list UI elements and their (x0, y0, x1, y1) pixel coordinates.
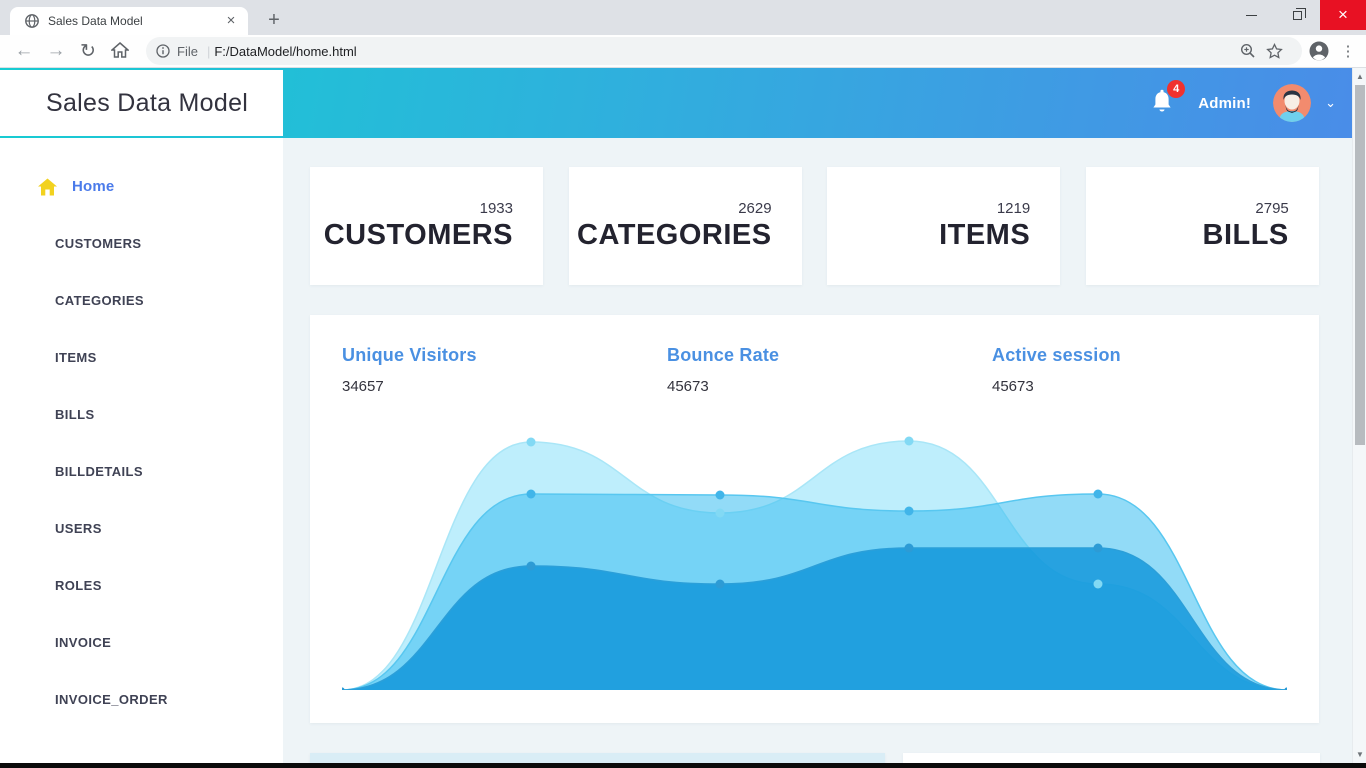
sidebar-item-categories[interactable]: CATEGORIES (0, 272, 283, 329)
globe-favicon-icon (24, 13, 40, 29)
address-bar[interactable]: File | F:/DataModel/home.html (146, 37, 1302, 65)
stat-label: CUSTOMERS (324, 219, 513, 252)
brand-logo-box: Sales Data Model (0, 70, 283, 136)
back-button[interactable]: ← (8, 40, 40, 62)
sidebar-item-label: BILLDETAILS (55, 464, 143, 479)
window-controls: × (1228, 0, 1366, 30)
sidebar-item-billdetails[interactable]: BILLDETAILS (0, 443, 283, 500)
page-scrollbar[interactable]: ▲ ▼ (1352, 68, 1366, 768)
tab-title: Sales Data Model (48, 14, 222, 28)
forward-button[interactable]: → (40, 40, 72, 62)
sidebar-item-invoice[interactable]: INVOICE (0, 614, 283, 671)
sidebar-item-label: ROLES (55, 578, 102, 593)
brand-title: Sales Data Model (46, 89, 248, 118)
metric-unique-visitors: Unique Visitors 34657 (342, 345, 667, 395)
sidebar-item-customers[interactable]: CUSTOMERS (0, 215, 283, 272)
notifications-button[interactable]: 4 (1150, 88, 1176, 118)
browser-profile-button[interactable] (1308, 40, 1334, 62)
home-icon (38, 178, 57, 196)
browser-titlebar: Sales Data Model × + × (0, 0, 1366, 35)
sidebar-item-label: USERS (55, 521, 102, 536)
sidebar-item-bills[interactable]: BILLS (0, 386, 283, 443)
magnifier-plus-icon (1240, 43, 1256, 59)
sidebar-item-label: CUSTOMERS (55, 236, 141, 251)
metrics-row: Unique Visitors 34657 Bounce Rate 45673 … (342, 345, 1287, 395)
browser-window: Sales Data Model × + × ← → ↻ File | (0, 0, 1366, 768)
toolbar-right: ⋮ (1308, 40, 1362, 62)
reload-button[interactable]: ↻ (72, 40, 104, 63)
user-menu-chevron-icon[interactable]: ⌄ (1325, 95, 1336, 111)
stats-row: 1933 CUSTOMERS 2629 CATEGORIES 1219 ITEM… (310, 167, 1319, 285)
sidebar-item-home[interactable]: Home (0, 158, 283, 215)
restore-button[interactable] (1274, 0, 1320, 30)
main-content: 1933 CUSTOMERS 2629 CATEGORIES 1219 ITEM… (283, 138, 1352, 768)
sidebar-item-label: BILLS (55, 407, 95, 422)
taskbar-edge-strip (0, 763, 1366, 768)
stat-label: CATEGORIES (577, 219, 772, 252)
info-icon (156, 44, 170, 58)
metric-active-session: Active session 45673 (992, 345, 1287, 395)
sidebar-item-label: CATEGORIES (55, 293, 144, 308)
avatar-icon (1273, 84, 1311, 122)
metric-value: 34657 (342, 378, 667, 395)
home-button[interactable] (104, 40, 136, 62)
sidebar-item-items[interactable]: ITEMS (0, 329, 283, 386)
sidebar-item-invoice-order[interactable]: INVOICE_ORDER (0, 671, 283, 728)
scrollbar-thumb[interactable] (1355, 85, 1365, 445)
new-tab-button[interactable]: + (260, 7, 288, 35)
sidebar-item-label: INVOICE_ORDER (55, 692, 168, 707)
sidebar-item-label: ITEMS (55, 350, 97, 365)
address-scheme-label: File (177, 44, 198, 59)
stat-label: BILLS (1203, 219, 1289, 252)
metric-bounce-rate: Bounce Rate 45673 (667, 345, 992, 395)
sidebar-item-roles[interactable]: ROLES (0, 557, 283, 614)
stat-value: 2629 (738, 200, 771, 217)
address-url: F:/DataModel/home.html (214, 44, 356, 59)
stat-value: 1219 (997, 200, 1030, 217)
metric-value: 45673 (667, 378, 992, 395)
tab-close-button[interactable]: × (222, 12, 240, 30)
scrollbar-down-arrow[interactable]: ▼ (1353, 748, 1366, 762)
stat-card-categories: 2629 CATEGORIES (569, 167, 802, 285)
profile-icon (1308, 40, 1330, 62)
notification-badge: 4 (1167, 80, 1185, 98)
stat-label: ITEMS (939, 219, 1030, 252)
stat-value: 2795 (1255, 200, 1288, 217)
stat-value: 1933 (480, 200, 513, 217)
home-toolbar-icon (111, 42, 129, 58)
restore-icon (1293, 11, 1302, 20)
zoom-page-button[interactable] (1240, 43, 1266, 59)
header-actions: 4 Admin! ⌄ (1150, 68, 1336, 138)
minimize-icon (1246, 15, 1257, 16)
bookmark-star-button[interactable] (1266, 43, 1292, 59)
sidebar: Home CUSTOMERS CATEGORIES ITEMS BILLS BI… (0, 138, 283, 768)
browser-menu-button[interactable]: ⋮ (1334, 42, 1362, 60)
app-header: Sales Data Model 4 Admin! (0, 68, 1366, 138)
address-separator: | (207, 44, 210, 59)
stat-card-items: 1219 ITEMS (827, 167, 1060, 285)
sidebar-item-label: INVOICE (55, 635, 111, 650)
user-greeting: Admin! (1198, 95, 1251, 112)
close-button[interactable]: × (1320, 0, 1366, 30)
stat-card-customers: 1933 CUSTOMERS (310, 167, 543, 285)
user-avatar[interactable] (1273, 84, 1311, 122)
page-viewport: Sales Data Model 4 Admin! (0, 68, 1366, 768)
visitors-chart-card: Unique Visitors 34657 Bounce Rate 45673 … (310, 315, 1319, 723)
metric-label: Bounce Rate (667, 345, 992, 366)
sidebar-menu: Home CUSTOMERS CATEGORIES ITEMS BILLS BI… (0, 138, 283, 728)
metric-value: 45673 (992, 378, 1287, 395)
stat-card-bills: 2795 BILLS (1086, 167, 1319, 285)
star-icon (1266, 43, 1283, 59)
sidebar-item-users[interactable]: USERS (0, 500, 283, 557)
visitors-area-chart (342, 427, 1287, 690)
sidebar-item-label: Home (72, 178, 114, 195)
browser-toolbar: ← → ↻ File | F:/DataModel/home.html (0, 35, 1366, 68)
metric-label: Unique Visitors (342, 345, 667, 366)
scrollbar-up-arrow[interactable]: ▲ (1353, 70, 1366, 84)
minimize-button[interactable] (1228, 0, 1274, 30)
browser-tab[interactable]: Sales Data Model × (10, 7, 248, 35)
metric-label: Active session (992, 345, 1287, 366)
